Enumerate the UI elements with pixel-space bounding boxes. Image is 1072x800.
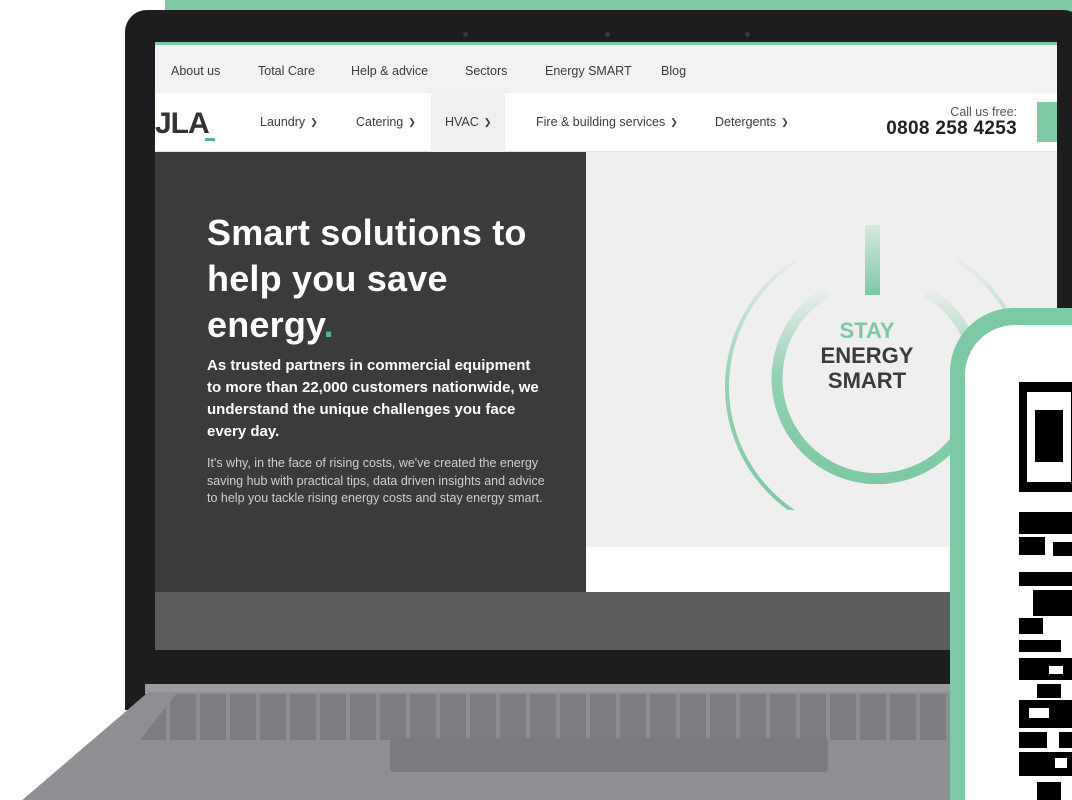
hero-lead-paragraph: As trusted partners in commercial equipm…: [207, 357, 539, 440]
laptop-keys: [140, 694, 1040, 740]
camera-dot: [463, 32, 468, 37]
chevron-down-icon: ❯: [483, 117, 492, 127]
laptop-trackpad: [390, 738, 828, 772]
chevron-down-icon: ❯: [781, 117, 789, 127]
camera-dot: [605, 32, 610, 37]
nav-catering[interactable]: Catering ❯: [356, 93, 416, 152]
nav-catering-label: Catering: [356, 115, 404, 129]
website-screen: About us Total Care Help & advice Sector…: [155, 42, 1057, 650]
nav-fire-building-label: Fire & building services: [536, 115, 666, 129]
qr-code-image[interactable]: [1019, 382, 1072, 800]
nav-cta-button[interactable]: [1037, 102, 1057, 142]
call-us-label: Call us free:: [950, 105, 1017, 119]
phone-number-link[interactable]: 0808 258 4253: [886, 118, 1017, 140]
chevron-down-icon: ❯: [408, 117, 416, 127]
subnav-energy-smart[interactable]: Energy SMART: [545, 64, 632, 78]
subnav-help-advice[interactable]: Help & advice: [351, 64, 428, 78]
power-bar: [865, 225, 880, 295]
nav-detergents-label: Detergents: [715, 115, 777, 129]
badge-line-smart: SMART: [827, 368, 907, 393]
main-nav: JLA Laundry ❯ Catering ❯ HVAC ❯ Fire & buil…: [155, 93, 1057, 152]
hero-title-accent: .: [323, 304, 334, 345]
section-band: [155, 592, 1057, 650]
chevron-down-icon: ❯: [310, 117, 318, 127]
subnav-sectors[interactable]: Sectors: [465, 64, 507, 78]
badge-line-energy: ENERGY: [820, 343, 914, 368]
chevron-down-icon: ❯: [670, 117, 678, 127]
logo-text: JLA: [155, 107, 210, 140]
nav-laundry[interactable]: Laundry ❯: [260, 93, 318, 152]
nav-detergents[interactable]: Detergents ❯: [715, 93, 789, 152]
nav-hvac-label: HVAC: [445, 115, 479, 129]
camera-dot: [745, 32, 750, 37]
hero-title-text: Smart solutions to help you save energy: [207, 212, 527, 345]
hero-body-paragraph: It's why, in the face of rising costs, w…: [207, 456, 545, 505]
subnav-blog[interactable]: Blog: [661, 64, 686, 78]
nav-hvac[interactable]: HVAC ❯: [431, 93, 506, 152]
nav-laundry-label: Laundry: [260, 115, 306, 129]
nav-fire-building[interactable]: Fire & building services ❯: [536, 93, 678, 152]
secondary-nav: About us Total Care Help & advice Sector…: [155, 42, 1057, 93]
subnav-total-care[interactable]: Total Care: [258, 64, 315, 78]
subnav-about-us[interactable]: About us: [171, 64, 220, 78]
jla-logo[interactable]: JLA: [155, 107, 215, 141]
stay-energy-smart-badge: STAY ENERGY SMART: [817, 318, 917, 393]
badge-line-stay: STAY: [839, 318, 895, 343]
hero-text-panel: Smart solutions to help you save energy.…: [155, 152, 586, 592]
logo-accent-mark: [204, 138, 215, 141]
hero-title: Smart solutions to help you save energy.: [207, 210, 547, 348]
